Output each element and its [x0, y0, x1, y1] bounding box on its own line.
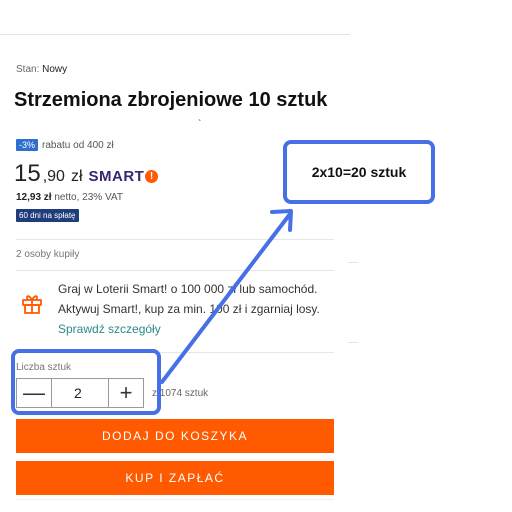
smart-logo[interactable]: SMART !: [89, 168, 159, 185]
netto-price: 12,93 zł: [16, 192, 52, 203]
price-currency: zł: [70, 168, 83, 185]
price-row: 15 ,90 zł SMART !: [14, 160, 159, 188]
gift-icon: [22, 295, 42, 314]
product-title: Strzemiona zbrojeniowe 10 sztuk: [14, 89, 328, 111]
divider: [16, 270, 334, 271]
discount-text: rabatu od 400 zł: [42, 139, 114, 151]
stray-mark: `: [198, 119, 202, 130]
condition-label: Stan:: [16, 64, 40, 75]
price-integer: 15: [14, 160, 41, 187]
condition-value: Nowy: [42, 64, 68, 75]
bottom-divider: [16, 499, 334, 500]
side-divider: [348, 262, 358, 263]
buy-now-button[interactable]: KUP I ZAPŁAĆ: [16, 461, 334, 495]
quantity-highlight-box: [11, 349, 161, 415]
netto-text: netto, 23% VAT: [54, 192, 123, 203]
price-decimal: ,90: [42, 168, 65, 185]
condition-row: Stan: Nowy: [16, 64, 67, 75]
installment-badge[interactable]: 60 dni na spłatę: [16, 209, 79, 222]
discount-badge: -3%: [16, 139, 39, 151]
smart-label: SMART: [88, 168, 145, 185]
promo-details-link[interactable]: Sprawdź szczegóły: [58, 322, 161, 336]
annotation-callout-text: 2x10=20 sztuk: [311, 164, 407, 180]
add-to-cart-button[interactable]: DODAJ DO KOSZYKA: [16, 419, 334, 453]
smart-info-icon[interactable]: !: [145, 170, 159, 183]
bought-count: 2 osoby kupiły: [16, 249, 80, 260]
netto-row: 12,93 zł netto, 23% VAT: [16, 192, 123, 203]
side-divider: [348, 342, 358, 343]
top-divider: [0, 34, 350, 35]
discount-row: -3% rabatu od 400 zł: [16, 139, 114, 151]
divider: [16, 239, 334, 240]
promo-message: Graj w Loterii Smart! o 100 000 zł lub s…: [58, 282, 320, 316]
promo-text: Graj w Loterii Smart! o 100 000 zł lub s…: [58, 279, 343, 339]
